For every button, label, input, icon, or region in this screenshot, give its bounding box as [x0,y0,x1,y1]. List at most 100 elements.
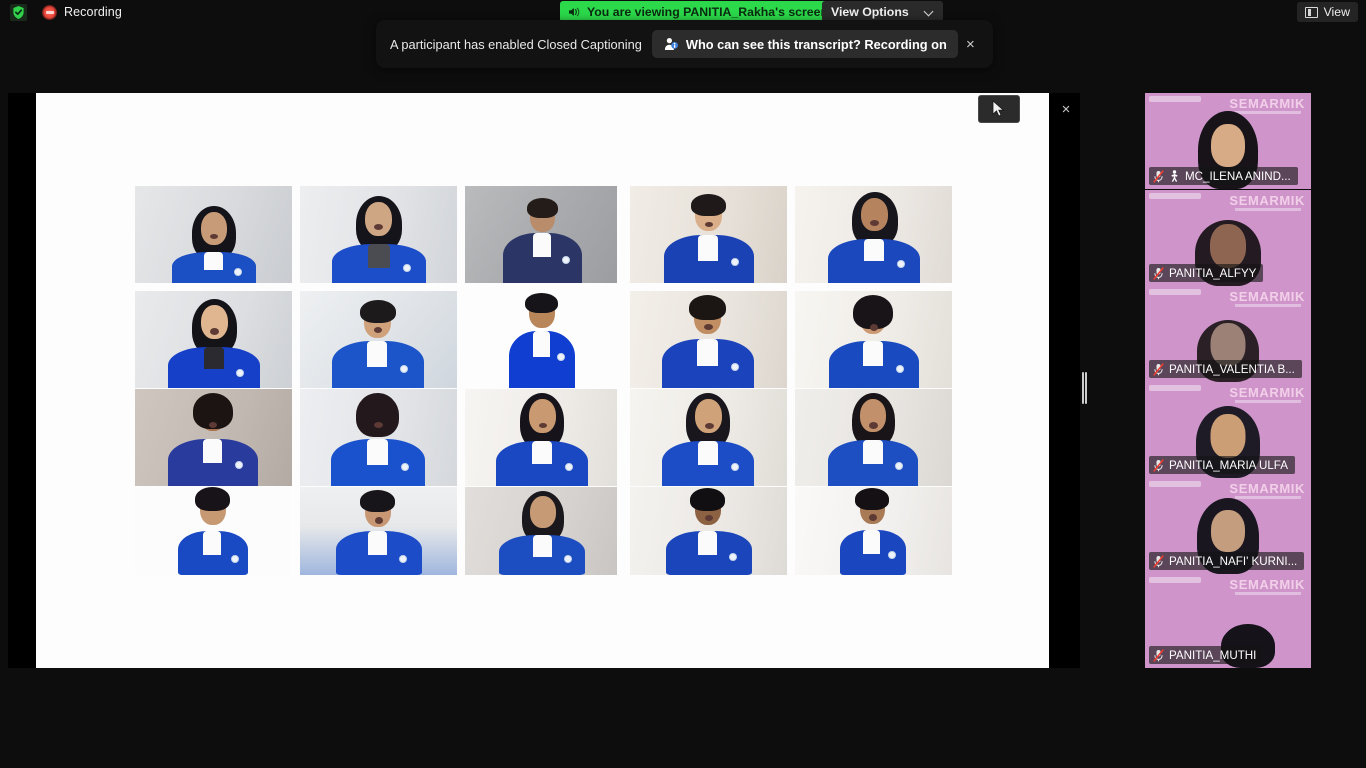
panel-resize-handle[interactable] [1082,372,1087,404]
decorative-banner [1149,481,1201,487]
gallery-person [135,186,292,283]
person-info-icon [663,36,679,52]
gallery-person [465,487,617,575]
gallery-cell [300,291,457,388]
microphone-muted-icon [1153,266,1164,280]
gallery-person [465,291,617,388]
gallery-cell [135,291,292,388]
participant-label: PANITIA_VALENTIA B... [1149,360,1302,378]
view-options-label: View Options [831,4,909,19]
participant-label: PANITIA_ALFYY [1149,264,1264,282]
gallery-cell [300,389,457,486]
virtual-background-logo: SEMARMIK [1229,193,1305,208]
participant-thumbnail[interactable]: SEMARMIK PANITIA_MUTHI [1145,574,1311,668]
virtual-background-logo: SEMARMIK [1229,385,1305,400]
close-notification-button[interactable]: × [958,31,983,57]
decorative-banner [1149,289,1201,295]
gallery-row [135,291,965,388]
gallery-person [135,291,292,388]
participant-label: PANITIA_NAFI' KURNI... [1149,552,1305,570]
participant-label: MC_ILENA ANIND... [1149,167,1298,185]
gallery-cell [465,291,617,388]
gallery-row [135,487,965,575]
decorative-banner [1149,385,1201,391]
gallery-cell [300,186,457,283]
decorative-banner [1149,577,1201,583]
person-face [1211,124,1245,167]
gallery-row [135,186,965,283]
microphone-muted-icon [1153,648,1164,662]
participant-name: PANITIA_MARIA ULFA [1169,458,1288,472]
recording-indicator[interactable]: Recording [42,3,122,21]
gallery-cell [630,291,787,388]
person-face [1210,414,1246,458]
virtual-background-logo: SEMARMIK [1229,289,1305,304]
security-shield-icon[interactable] [10,4,27,21]
notification-message: A participant has enabled Closed Caption… [390,36,642,52]
transcript-info-button[interactable]: Who can see this transcript? Recording o… [651,30,958,58]
gallery-person [465,389,617,486]
shared-screen-stage[interactable]: × [8,93,1080,669]
participant-filmstrip[interactable]: SEMARMIK MC_ILENA ANIND... SEMARMIK PANI… [1145,93,1311,668]
gallery-cell [300,487,457,575]
gallery-row [135,389,965,486]
decorative-banner [1149,193,1201,199]
gallery-person [135,389,292,486]
decorative-subtitle [1235,304,1301,307]
gallery-cell [465,487,617,575]
participant-thumbnail[interactable]: SEMARMIK PANITIA_MARIA ULFA [1145,382,1311,478]
gallery-person [300,186,457,283]
virtual-background-logo: SEMARMIK [1229,481,1305,496]
gallery-person [300,291,457,388]
participant-thumbnail[interactable]: SEMARMIK PANITIA_ALFYY [1145,190,1311,286]
gallery-cell [630,186,787,283]
remote-cursor-indicator [978,95,1020,123]
gallery-person [795,291,952,388]
gallery-person [630,186,787,283]
gallery-person [630,389,787,486]
transcript-info-label: Who can see this transcript? Recording o… [685,36,947,52]
gallery-person [630,487,787,575]
microphone-muted-icon [1153,362,1164,376]
virtual-background-logo: SEMARMIK [1229,577,1305,592]
shared-gallery [135,186,965,669]
microphone-muted-icon [1153,554,1164,568]
gallery-cell [465,186,617,283]
gallery-person [300,487,457,575]
microphone-muted-icon [1153,169,1164,183]
gallery-person [795,186,952,283]
gallery-person [300,389,457,486]
gallery-person [135,487,290,575]
gallery-cell [795,291,952,388]
participant-thumbnail[interactable]: SEMARMIK PANITIA_VALENTIA B... [1145,286,1311,382]
sharing-status-banner: You are viewing PANITIA_Rakha's screen [560,1,837,22]
person-face [1210,224,1246,268]
close-share-button[interactable]: × [1055,98,1077,120]
gallery-cell [630,389,787,486]
gallery-cell [795,389,952,486]
participant-name: PANITIA_ALFYY [1169,266,1257,280]
recording-label: Recording [64,5,122,19]
chevron-down-icon [925,7,934,16]
person-face [1211,510,1245,552]
layout-grid-icon [1304,6,1318,18]
decorative-subtitle [1235,496,1301,499]
participant-name: PANITIA_VALENTIA B... [1169,362,1295,376]
gallery-cell [135,487,290,575]
gallery-cell [135,186,292,283]
participant-thumbnail[interactable]: SEMARMIK MC_ILENA ANIND... [1145,93,1311,189]
gallery-cell [135,389,292,486]
gallery-cell [630,487,787,575]
participant-thumbnail[interactable]: SEMARMIK PANITIA_NAFI' KURNI... [1145,478,1311,574]
gallery-cell [465,389,617,486]
gallery-person [795,487,952,575]
view-options-button[interactable]: View Options [822,1,943,22]
view-layout-button[interactable]: View [1296,2,1358,22]
participant-name: PANITIA_NAFI' KURNI... [1169,554,1298,568]
closed-captioning-notification: A participant has enabled Closed Caption… [376,20,993,68]
participant-label: PANITIA_MARIA ULFA [1149,456,1295,474]
recording-dot-icon [42,4,57,20]
decorative-banner [1149,96,1201,102]
sharing-status-text: You are viewing PANITIA_Rakha's screen [587,4,828,19]
decorative-subtitle [1235,400,1301,403]
